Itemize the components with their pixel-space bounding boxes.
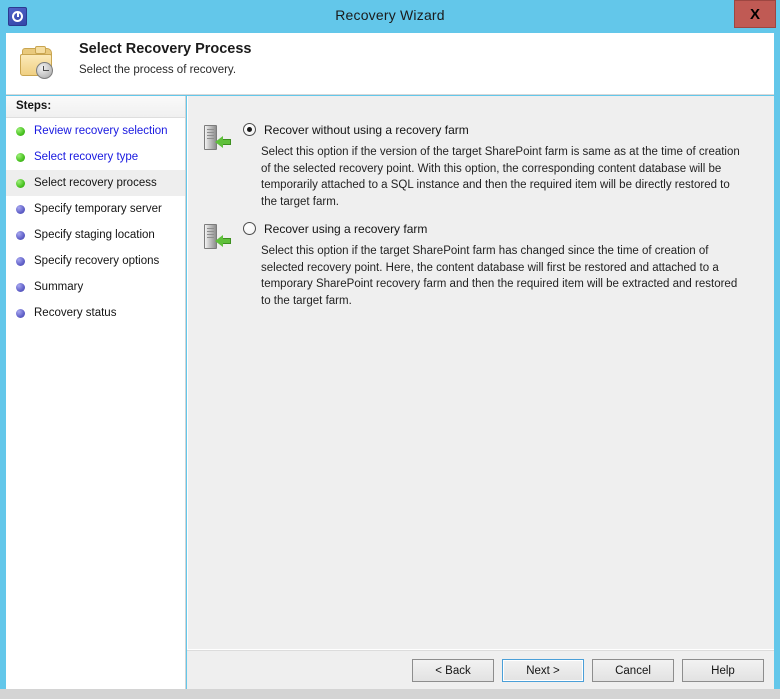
radio-without-farm[interactable] [243,123,256,136]
step-label: Select recovery type [34,151,139,163]
window-frame-bottom [0,689,780,699]
sidebar-item-specify-recovery-options[interactable]: Specify recovery options [6,248,185,274]
step-status-dot-icon [16,256,25,266]
step-label: Specify recovery options [34,255,160,267]
recovery-option-without-farm[interactable]: Recover without using a recovery farm Se… [188,120,774,210]
radio-row-without-farm[interactable]: Recover without using a recovery farm [188,120,774,139]
cancel-button[interactable]: Cancel [592,659,674,682]
step-status-dot-icon [16,152,25,162]
wizard-footer: < Back Next > Cancel Help [187,649,774,689]
sidebar-item-review-recovery-selection[interactable]: Review recovery selection [6,118,185,144]
step-label: Summary [34,281,84,293]
steps-header: Steps: [6,96,185,118]
sidebar-item-select-recovery-process[interactable]: Select recovery process [6,170,185,196]
help-button[interactable]: Help [682,659,764,682]
sidebar-item-specify-staging-location[interactable]: Specify staging location [6,222,185,248]
radio-label-using-farm: Recover using a recovery farm [264,221,428,236]
radio-label-without-farm: Recover without using a recovery farm [264,122,469,137]
radio-using-farm[interactable] [243,222,256,235]
folder-clock-icon [16,43,60,83]
recovery-wizard-window: Recovery Wizard X Select Recovery Proces… [0,0,780,699]
footer-button-row: < Back Next > Cancel Help [412,659,764,682]
radio-row-using-farm[interactable]: Recover using a recovery farm [188,219,774,238]
window-title: Recovery Wizard [335,7,445,23]
recovery-option-using-farm[interactable]: Recover using a recovery farm Select thi… [188,219,774,309]
step-status-dot-icon [16,230,25,240]
sidebar-item-recovery-status[interactable]: Recovery status [6,300,185,326]
window-frame-right [774,33,780,699]
step-label: Select recovery process [34,177,157,189]
option-description-using-farm: Select this option if the target SharePo… [261,245,738,307]
step-status-dot-icon [16,308,25,318]
step-label: Recovery status [34,307,117,319]
page-title: Select Recovery Process [79,41,252,57]
sidebar-item-specify-temporary-server[interactable]: Specify temporary server [6,196,185,222]
step-status-dot-icon [16,282,25,292]
next-button[interactable]: Next > [502,659,584,682]
step-label: Specify temporary server [34,203,162,215]
step-status-dot-icon [16,204,25,214]
page-header: Select Recovery Process Select the proce… [6,33,774,95]
footer-separator [187,650,774,651]
step-status-dot-icon [16,178,25,188]
back-button[interactable]: < Back [412,659,494,682]
sidebar-item-summary[interactable]: Summary [6,274,185,300]
step-label: Review recovery selection [34,125,168,137]
title-bar: Recovery Wizard X [0,0,780,33]
step-label: Specify staging location [34,229,155,241]
steps-sidebar: Steps: Review recovery selection Select … [6,96,186,689]
close-button[interactable]: X [734,0,776,28]
main-content: Recover without using a recovery farm Se… [187,96,774,649]
option-description-without-farm: Select this option if the version of the… [261,146,740,208]
clock-badge-icon [36,62,53,79]
close-icon: X [749,5,760,23]
steps-heading-label: Steps: [16,100,52,112]
folder-notch [35,46,46,54]
page-subtitle: Select the process of recovery. [79,64,237,76]
sidebar-item-select-recovery-type[interactable]: Select recovery type [6,144,185,170]
step-status-dot-icon [16,126,25,136]
